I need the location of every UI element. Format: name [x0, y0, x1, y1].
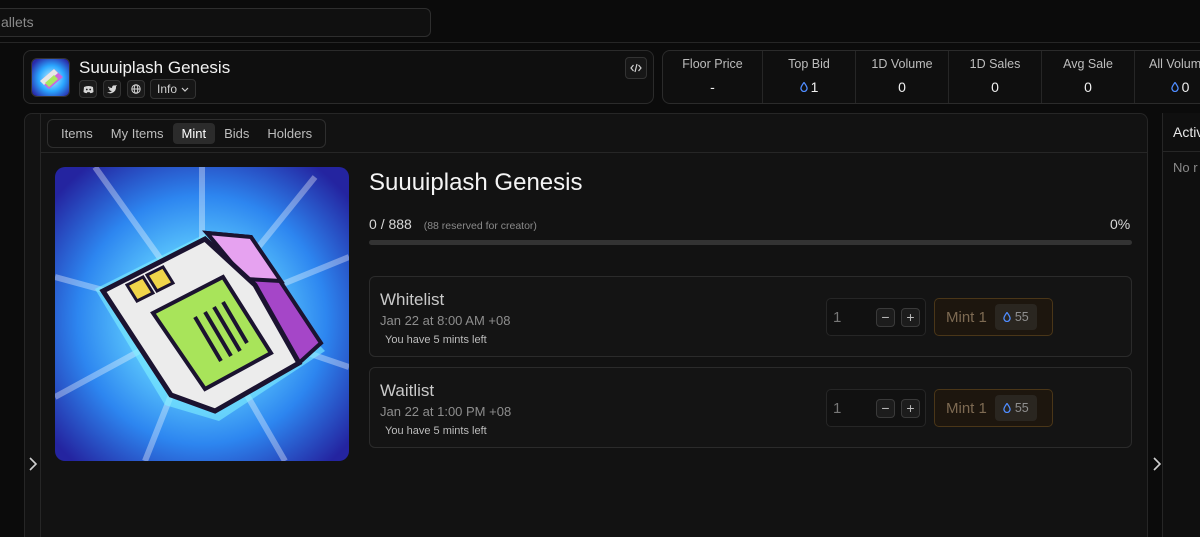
stat-top-bid: Top Bid 1	[763, 51, 856, 103]
collection-stats: Floor Price - Top Bid 1 1D Volume 0 1D S…	[662, 50, 1200, 104]
phase-card-whitelist: Whitelist Jan 22 at 8:00 AM +08 You have…	[369, 276, 1132, 357]
stat-all-volume: All Volum 0	[1135, 51, 1200, 103]
stat-label: Avg Sale	[1063, 57, 1113, 71]
increment-button[interactable]: +	[901, 308, 920, 327]
stat-value: 0	[898, 79, 906, 95]
mint-price: 55	[994, 395, 1037, 421]
top-bar: allets	[0, 0, 1200, 43]
chevron-right-icon[interactable]	[28, 456, 38, 472]
collection-artwork	[55, 167, 349, 461]
mint-button[interactable]: Mint 1 55	[934, 389, 1053, 427]
mint-percent: 0%	[1110, 216, 1131, 232]
decrement-button[interactable]: −	[876, 399, 895, 418]
mint-price-value: 55	[1014, 401, 1029, 415]
activity-empty-text: No r	[1173, 160, 1198, 175]
sui-drop-icon	[1003, 403, 1011, 413]
stat-label: All Volum	[1149, 57, 1200, 71]
chevron-right-icon[interactable]	[1152, 456, 1162, 472]
tab-bids[interactable]: Bids	[215, 123, 258, 144]
stat-value: 0	[991, 79, 999, 95]
decrement-button[interactable]: −	[876, 308, 895, 327]
phase-name: Whitelist	[380, 290, 445, 309]
collection-header: Suuuiplash Genesis Info	[23, 50, 654, 104]
app-page: allets Suuuiplash Genesis Info Floor Pri…	[0, 0, 1200, 537]
tab-mint[interactable]: Mint	[172, 123, 216, 144]
stat-1d-sales: 1D Sales 0	[949, 51, 1042, 103]
globe-icon[interactable]	[127, 80, 145, 98]
stat-label: Top Bid	[788, 57, 830, 71]
mint-button-label: Mint 1	[946, 308, 987, 326]
activity-panel: Activ No r	[1162, 113, 1200, 537]
left-filter-rail[interactable]	[25, 114, 41, 537]
mint-supply: 0 / 888 (88 reserved for creator)	[369, 216, 537, 232]
activity-title: Activ	[1173, 124, 1200, 140]
collection-logo	[31, 58, 70, 97]
embed-code-button[interactable]	[625, 57, 647, 79]
info-dropdown[interactable]: Info	[150, 79, 197, 99]
code-icon	[630, 63, 642, 73]
twitter-icon[interactable]	[103, 80, 121, 98]
stat-value: 0	[1181, 79, 1190, 95]
stat-value: -	[710, 79, 715, 95]
stat-label: Floor Price	[682, 57, 743, 71]
supply-separator: /	[380, 216, 385, 232]
activity-header: Activ	[1163, 113, 1200, 152]
quantity-value[interactable]: 1	[833, 309, 841, 326]
search-input[interactable]: allets	[0, 8, 431, 37]
stat-label: 1D Sales	[969, 57, 1021, 71]
discord-icon[interactable]	[79, 80, 97, 98]
mint-price: 55	[994, 304, 1037, 330]
phase-time: Jan 22 at 1:00 PM +08	[380, 404, 512, 419]
main-panel: Items My Items Mint Bids Holders Suuuipl…	[24, 113, 1162, 537]
tab-items[interactable]: Items	[52, 123, 102, 144]
reserved-note: (88 reserved for creator)	[423, 220, 537, 232]
collection-name: Suuuiplash Genesis	[79, 58, 231, 77]
stat-avg-sale: Avg Sale 0	[1042, 51, 1135, 103]
mint-progress-bar	[369, 240, 1132, 245]
quantity-value[interactable]: 1	[833, 400, 841, 417]
mint-price-value: 55	[1014, 310, 1029, 324]
sui-drop-icon	[1170, 82, 1179, 92]
sui-drop-icon	[799, 82, 808, 92]
stat-1d-volume: 1D Volume 0	[856, 51, 949, 103]
mint-button-label: Mint 1	[946, 399, 987, 417]
tabs-row: Items My Items Mint Bids Holders	[41, 114, 1148, 153]
stat-floor-price: Floor Price -	[663, 51, 763, 103]
tab-holders[interactable]: Holders	[258, 123, 321, 144]
sui-drop-icon	[1003, 312, 1011, 322]
mint-button[interactable]: Mint 1 55	[934, 298, 1053, 336]
tab-my-items[interactable]: My Items	[102, 123, 173, 144]
mint-title: Suuuiplash Genesis	[369, 169, 583, 196]
chevron-down-icon	[181, 87, 189, 92]
quantity-stepper: 1 − +	[826, 298, 926, 336]
stat-value: 1	[810, 79, 819, 95]
phase-time: Jan 22 at 8:00 AM +08	[380, 313, 511, 328]
tab-bar: Items My Items Mint Bids Holders	[47, 119, 327, 148]
phase-mints-left: You have 5 mints left	[385, 425, 487, 437]
increment-button[interactable]: +	[901, 399, 920, 418]
total-supply: 888	[388, 216, 412, 232]
quantity-stepper: 1 − +	[826, 389, 926, 427]
stat-value: 0	[1084, 79, 1092, 95]
mint-content: Items My Items Mint Bids Holders Suuuipl…	[41, 114, 1148, 537]
phase-card-waitlist: Waitlist Jan 22 at 1:00 PM +08 You have …	[369, 367, 1132, 448]
phase-name: Waitlist	[380, 381, 435, 400]
phase-mints-left: You have 5 mints left	[385, 334, 487, 346]
stat-label: 1D Volume	[871, 57, 933, 71]
minted-count: 0	[369, 216, 377, 232]
info-label: Info	[157, 82, 178, 96]
